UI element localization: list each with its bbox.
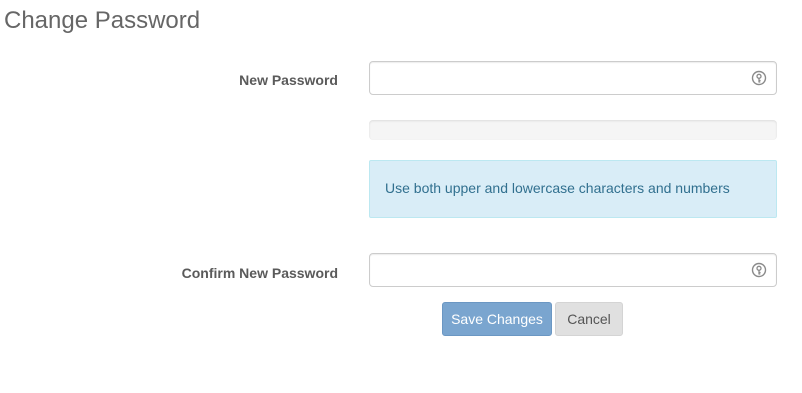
password-strength-meter (369, 120, 777, 140)
cancel-button[interactable]: Cancel (555, 302, 623, 336)
confirm-password-input[interactable] (370, 254, 776, 286)
password-hint-alert: Use both upper and lowercase characters … (369, 160, 777, 218)
page-title: Change Password (4, 7, 201, 34)
new-password-input[interactable] (370, 62, 776, 94)
password-hint-text: Use both upper and lowercase characters … (385, 180, 730, 196)
save-changes-button[interactable]: Save Changes (442, 302, 552, 336)
new-password-field-wrapper (369, 61, 777, 95)
change-password-page: Change Password New Password Use both up… (0, 0, 802, 393)
key-icon[interactable] (751, 262, 767, 278)
new-password-label: New Password (239, 72, 338, 88)
confirm-password-label: Confirm New Password (181, 265, 338, 281)
confirm-password-field-wrapper (369, 253, 777, 287)
key-icon[interactable] (751, 70, 767, 86)
